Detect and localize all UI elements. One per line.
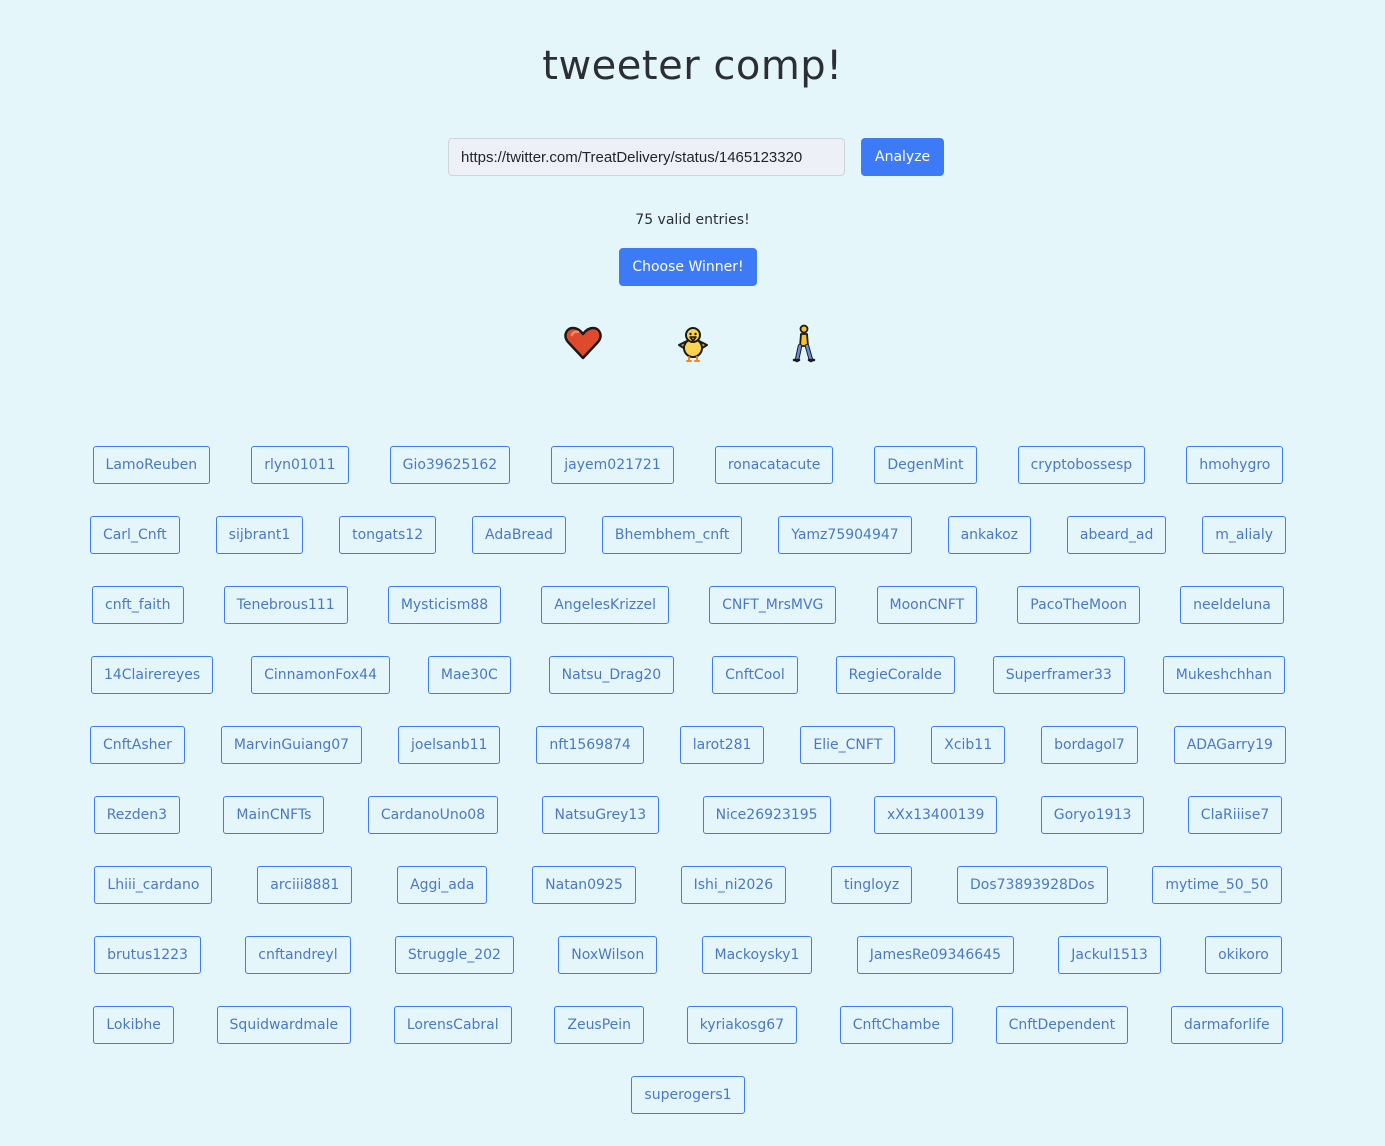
entrant-chip[interactable]: Mysticism88	[387, 586, 502, 624]
entrant-chip[interactable]: Ishi_ni2026	[680, 866, 787, 904]
entrant-chip[interactable]: jayem021721	[551, 446, 674, 484]
entrant-chip[interactable]: Lokibhe	[93, 1006, 174, 1044]
walking-person-icon	[792, 324, 815, 363]
entrant-chip[interactable]: MainCNFTs	[223, 796, 325, 834]
entrant-row: Carl_Cnft sijbrant1 tongats12 AdaBread Bhemb…	[72, 516, 1304, 554]
entrant-chip[interactable]: DegenMint	[874, 446, 977, 484]
tweet-url-input[interactable]	[448, 138, 845, 176]
entrant-chip[interactable]: Gio39625162	[389, 446, 511, 484]
entrant-chip[interactable]: tingloyz	[830, 866, 913, 904]
entrant-chip[interactable]: ZeusPein	[554, 1006, 645, 1044]
entrant-chip[interactable]: Mukeshchhan	[1162, 656, 1285, 694]
entrant-chip[interactable]: nft1569874	[536, 726, 644, 764]
entrant-chip[interactable]: Dos73893928Dos	[956, 866, 1108, 904]
entrant-chip[interactable]: Squidwardmale	[216, 1006, 352, 1044]
entrant-chip[interactable]: AngelesKrizzel	[541, 586, 670, 624]
entrant-chip[interactable]: CinnamonFox44	[251, 656, 390, 694]
entrant-row: 14Clairereyes CinnamonFox44 Mae30C Natsu_Dr…	[72, 656, 1304, 694]
entrant-chip[interactable]: cnftandreyl	[245, 936, 351, 974]
entrant-chip[interactable]: superogers1	[631, 1076, 745, 1114]
entrant-chip[interactable]: Mackoysky1	[701, 936, 813, 974]
entrant-row: cnft_faith Tenebrous111 Mysticism88 Angeles…	[72, 586, 1304, 624]
entrant-chip[interactable]: CnftAsher	[89, 726, 185, 764]
entrant-chip[interactable]: sijbrant1	[215, 516, 304, 554]
entrant-chip[interactable]: Bhembhem_cnft	[601, 516, 743, 554]
entrant-chip[interactable]: larot281	[679, 726, 765, 764]
entrant-chip[interactable]: LamoReuben	[92, 446, 211, 484]
chick-icon	[677, 327, 708, 362]
entrant-chip[interactable]: ADAGarry19	[1173, 726, 1286, 764]
entrant-chip[interactable]: m_alialy	[1202, 516, 1287, 554]
entrant-chip[interactable]: AdaBread	[472, 516, 566, 554]
entrant-chip[interactable]: Natsu_Drag20	[548, 656, 675, 694]
entrant-chip[interactable]: rlyn01011	[251, 446, 349, 484]
entrant-chip[interactable]: xXx13400139	[873, 796, 998, 834]
entrant-chip[interactable]: ronacatacute	[714, 446, 834, 484]
entrant-chip[interactable]: Goryo1913	[1040, 796, 1145, 834]
entrant-chip[interactable]: RegieCoralde	[835, 656, 955, 694]
entrant-chip[interactable]: tongats12	[339, 516, 437, 554]
entrant-chip[interactable]: Superframer33	[992, 656, 1125, 694]
entrant-chip[interactable]: hmohygro	[1186, 446, 1284, 484]
url-form: Analyze	[448, 138, 945, 176]
entrant-row: LamoReuben rlyn01011 Gio39625162 jayem02172…	[72, 446, 1304, 484]
entrant-chip[interactable]: arciii8881	[257, 866, 353, 904]
entrant-chip[interactable]: Natan0925	[532, 866, 636, 904]
entrant-chip[interactable]: bordagol7	[1041, 726, 1138, 764]
entrant-chip[interactable]: MarvinGuiang07	[220, 726, 363, 764]
entrant-chip[interactable]: Elie_CNFT	[800, 726, 896, 764]
entrant-chip[interactable]: Lhiii_cardano	[94, 866, 213, 904]
entrant-chip[interactable]: JamesRe09346645	[856, 936, 1014, 974]
entrant-chip[interactable]: brutus1223	[94, 936, 201, 974]
entrant-row: CnftAsher MarvinGuiang07 joelsanb11 nft1569…	[72, 726, 1304, 764]
entrant-row: Lhiii_cardano arciii8881 Aggi_ada Natan0925…	[72, 866, 1304, 904]
entrant-chip[interactable]: Tenebrous111	[223, 586, 348, 624]
entrant-chip[interactable]: Jackul1513	[1058, 936, 1161, 974]
analyze-button[interactable]: Analyze	[861, 138, 945, 176]
entrant-chip[interactable]: cryptobossesp	[1017, 446, 1146, 484]
entrant-chip[interactable]: Aggi_ada	[397, 866, 488, 904]
entrant-list: LamoReuben rlyn01011 Gio39625162 jayem02172…	[72, 446, 1304, 1146]
entrant-chip[interactable]: Struggle_202	[394, 936, 514, 974]
emoji-row	[0, 322, 1385, 364]
entrant-chip[interactable]: NatsuGrey13	[541, 796, 660, 834]
heart-icon	[563, 326, 602, 360]
choose-winner-button[interactable]: Choose Winner!	[619, 248, 757, 286]
entrant-chip[interactable]: Carl_Cnft	[89, 516, 180, 554]
entrant-chip[interactable]: ankakoz	[947, 516, 1031, 554]
entrant-chip[interactable]: joelsanb11	[398, 726, 501, 764]
entrant-chip[interactable]: neeldeluna	[1180, 586, 1284, 624]
entrant-chip[interactable]: CnftCool	[712, 656, 798, 694]
entrant-chip[interactable]: LorensCabral	[393, 1006, 512, 1044]
entrant-chip[interactable]: Rezden3	[93, 796, 181, 834]
entrant-chip[interactable]: Nice26923195	[702, 796, 831, 834]
entrant-chip[interactable]: MoonCNFT	[876, 586, 978, 624]
entrant-chip[interactable]: PacoTheMoon	[1017, 586, 1141, 624]
entrant-chip[interactable]: CardanoUno08	[367, 796, 499, 834]
entrant-chip[interactable]: CnftDependent	[995, 1006, 1129, 1044]
entrant-chip[interactable]: Xcib11	[931, 726, 1006, 764]
entrant-chip[interactable]: Mae30C	[427, 656, 511, 694]
entrant-chip[interactable]: ClaRiiise7	[1187, 796, 1283, 834]
entrant-row: brutus1223 cnftandreyl Struggle_202 NoxWils…	[72, 936, 1304, 974]
entrant-row: Rezden3 MainCNFTs CardanoUno08 NatsuGrey13 N…	[72, 796, 1304, 834]
entrant-chip[interactable]: 14Clairereyes	[90, 656, 214, 694]
entrant-chip[interactable]: kyriakosg67	[686, 1006, 798, 1044]
entrant-chip[interactable]: abeard_ad	[1066, 516, 1167, 554]
entrant-chip[interactable]: cnft_faith	[92, 586, 184, 624]
entrant-chip[interactable]: darmaforlife	[1170, 1006, 1283, 1044]
entrant-chip[interactable]: NoxWilson	[558, 936, 658, 974]
entrant-row: Lokibhe Squidwardmale LorensCabral ZeusPein…	[72, 1006, 1304, 1044]
entrant-row: superogers1	[72, 1076, 1304, 1114]
entrant-chip[interactable]: CnftChambe	[839, 1006, 953, 1044]
entrant-chip[interactable]: okikoro	[1205, 936, 1282, 974]
entrant-chip[interactable]: CNFT_MrsMVG	[709, 586, 837, 624]
page-title: tweeter comp!	[542, 43, 843, 89]
valid-entries-count: 75 valid entries!	[635, 212, 750, 228]
entrant-chip[interactable]: mytime_50_50	[1152, 866, 1282, 904]
entrant-chip[interactable]: Yamz75904947	[778, 516, 912, 554]
